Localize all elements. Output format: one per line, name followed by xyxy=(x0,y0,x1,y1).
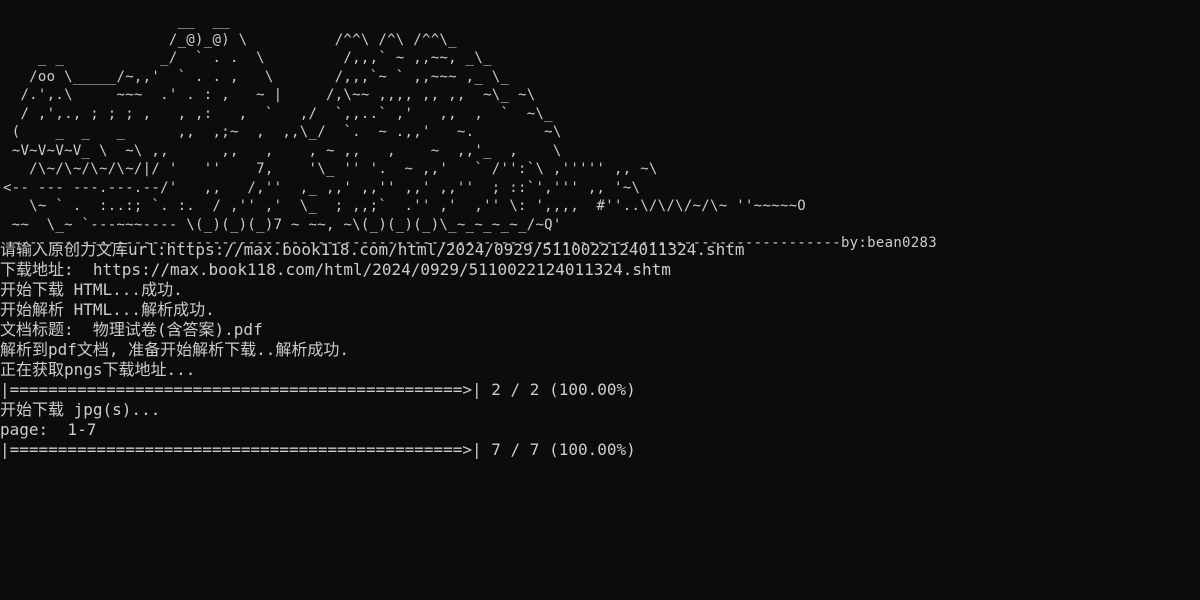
console-output: 请输入原创力文库url:https://max.book118.com/html… xyxy=(0,240,1200,460)
page-range-line: page: 1-7 xyxy=(0,420,97,439)
download-jpg-status: 开始下载 jpg(s)... xyxy=(0,400,161,419)
fetching-pngs-status: 正在获取pngs下载地址... xyxy=(0,360,196,379)
url-prompt-line: 请输入原创力文库url:https://max.book118.com/html… xyxy=(0,240,745,259)
progress-bar-pngs: |=======================================… xyxy=(0,380,636,399)
ascii-art-banner: __ __ /_@)_@) \ /^^\ /^\ /^^\_ _ _ _/ ` … xyxy=(3,13,937,251)
progress-bar-jpgs: |=======================================… xyxy=(0,440,636,459)
pdf-parse-status: 解析到pdf文档, 准备开始解析下载..解析成功. xyxy=(0,340,350,359)
parse-html-status: 开始解析 HTML...解析成功. xyxy=(0,300,215,319)
terminal-window[interactable]: __ __ /_@)_@) \ /^^\ /^\ /^^\_ _ _ _/ ` … xyxy=(0,0,1200,600)
download-html-status: 开始下载 HTML...成功. xyxy=(0,280,183,299)
document-title-line: 文档标题: 物理试卷(含答案).pdf xyxy=(0,320,263,339)
download-address-line: 下载地址: https://max.book118.com/html/2024/… xyxy=(0,260,671,279)
